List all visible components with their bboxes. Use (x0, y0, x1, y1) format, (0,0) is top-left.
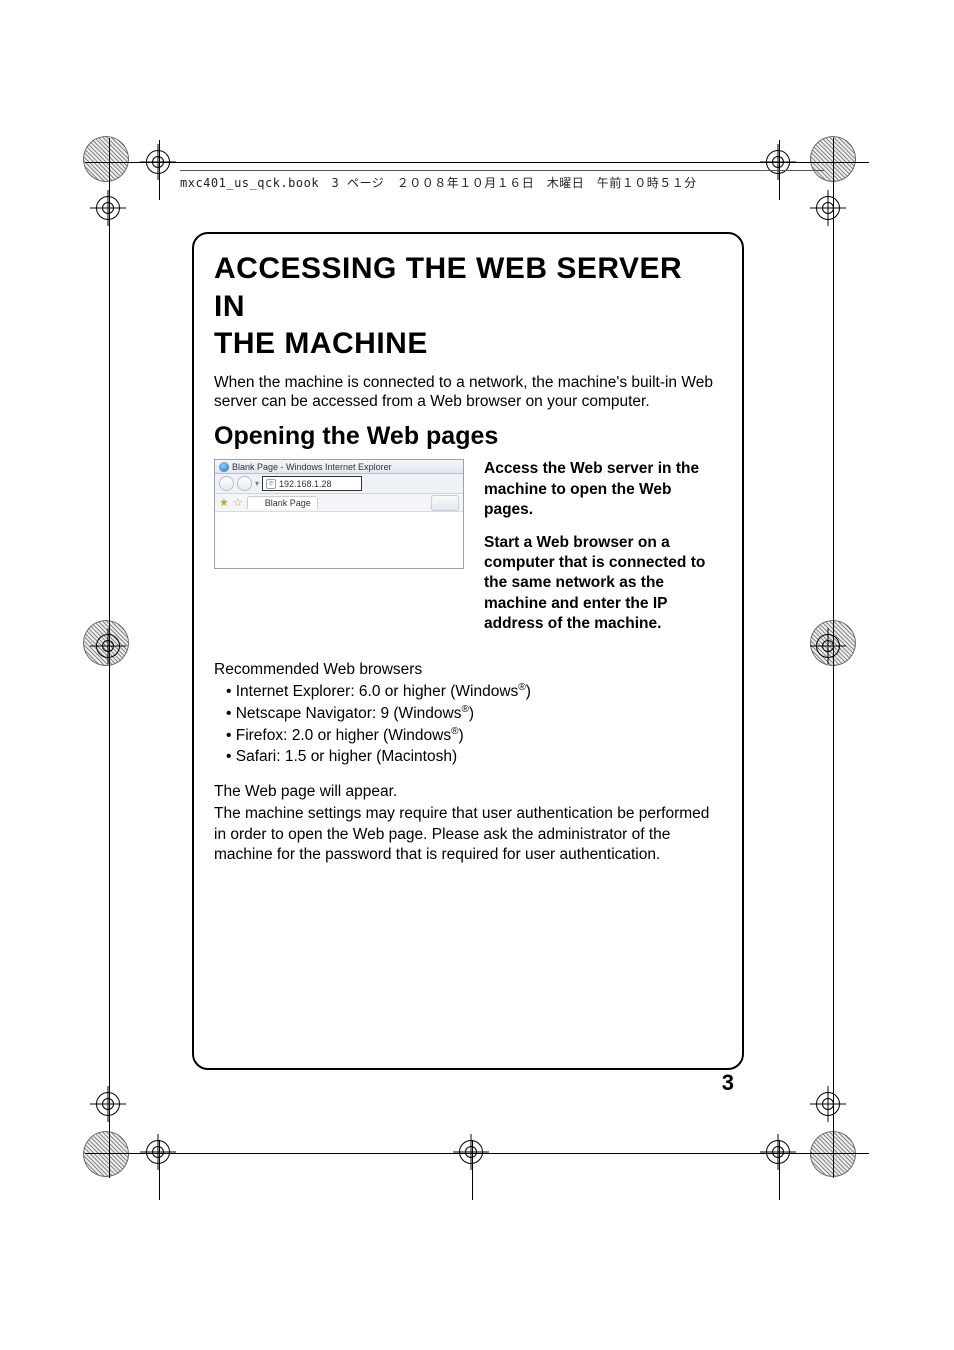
browser-window-title: Blank Page - Windows Internet Explorer (232, 462, 392, 472)
add-favorite-star-icon: ☆ (233, 496, 243, 509)
crop-line (472, 1140, 473, 1200)
back-button-icon (219, 476, 234, 491)
section-heading: Opening the Web pages (214, 422, 722, 451)
dropdown-arrow-icon: ▾ (255, 479, 259, 488)
browser-tab: Blank Page (247, 496, 318, 509)
recommended-heading: Recommended Web browsers (214, 661, 722, 679)
favorites-star-icon: ★ (219, 496, 229, 509)
address-bar: e 192.168.1.28 (262, 476, 362, 491)
browser-nav-row: ▾ e 192.168.1.28 (215, 474, 463, 494)
registration-mark (140, 1134, 176, 1170)
registration-mark (810, 1086, 846, 1122)
page-title-line1: ACCESSING THE WEB SERVER IN (214, 250, 722, 325)
crop-line (833, 138, 834, 1178)
list-item: Netscape Navigator: 9 (Windows®) (226, 703, 722, 725)
intro-paragraph: When the machine is connected to a netwo… (214, 373, 722, 413)
browser-tab-label: Blank Page (265, 498, 311, 508)
ie-icon (254, 499, 262, 507)
page-title: ACCESSING THE WEB SERVER IN THE MACHINE (214, 250, 722, 363)
registration-mark (760, 1134, 796, 1170)
registration-mark (90, 628, 126, 664)
ie-icon (219, 462, 229, 472)
crop-line (109, 138, 110, 1178)
registration-mark (810, 190, 846, 226)
page-title-line2: THE MACHINE (214, 325, 722, 363)
crop-ornament-top-left (83, 136, 129, 182)
registration-mark (453, 1134, 489, 1170)
two-column-row: Blank Page - Windows Internet Explorer ▾… (214, 459, 722, 647)
registration-mark (90, 190, 126, 226)
list-item: Firefox: 2.0 or higher (Windows®) (226, 725, 722, 747)
scanned-page: mxc401_us_qck.book 3 ページ ２００８年１０月１６日 木曜日… (0, 0, 954, 1350)
toolbar-button-icon (431, 495, 459, 511)
registration-mark (90, 1086, 126, 1122)
crop-line (159, 140, 160, 200)
address-bar-text: 192.168.1.28 (279, 479, 332, 489)
closing-paragraph-1: The Web page will appear. (214, 782, 722, 802)
browser-title-bar: Blank Page - Windows Internet Explorer (215, 460, 463, 474)
content-frame: ACCESSING THE WEB SERVER IN THE MACHINE … (192, 232, 744, 1070)
browser-tab-row: ★ ☆ Blank Page (215, 494, 463, 512)
print-header-line: mxc401_us_qck.book 3 ページ ２００８年１０月１６日 木曜日… (180, 170, 824, 191)
crop-line (779, 1140, 780, 1200)
browser-list: Internet Explorer: 6.0 or higher (Window… (214, 681, 722, 768)
instruction-paragraph-2: Start a Web browser on a computer that i… (484, 533, 722, 635)
instruction-paragraph-1: Access the Web server in the machine to … (484, 459, 722, 520)
crop-line (85, 162, 869, 163)
crop-line (159, 1140, 160, 1200)
closing-paragraph-2: The machine settings may require that us… (214, 804, 722, 865)
list-item: Safari: 1.5 or higher (Macintosh) (226, 747, 722, 768)
crop-line (85, 1153, 869, 1154)
protocol-icon: e (266, 479, 276, 489)
instruction-column: Access the Web server in the machine to … (484, 459, 722, 647)
page-number: 3 (722, 1070, 734, 1096)
crop-ornament-bottom-left (83, 1131, 129, 1177)
forward-button-icon (237, 476, 252, 491)
registration-mark (810, 628, 846, 664)
list-item: Internet Explorer: 6.0 or higher (Window… (226, 681, 722, 703)
browser-screenshot: Blank Page - Windows Internet Explorer ▾… (214, 459, 464, 569)
